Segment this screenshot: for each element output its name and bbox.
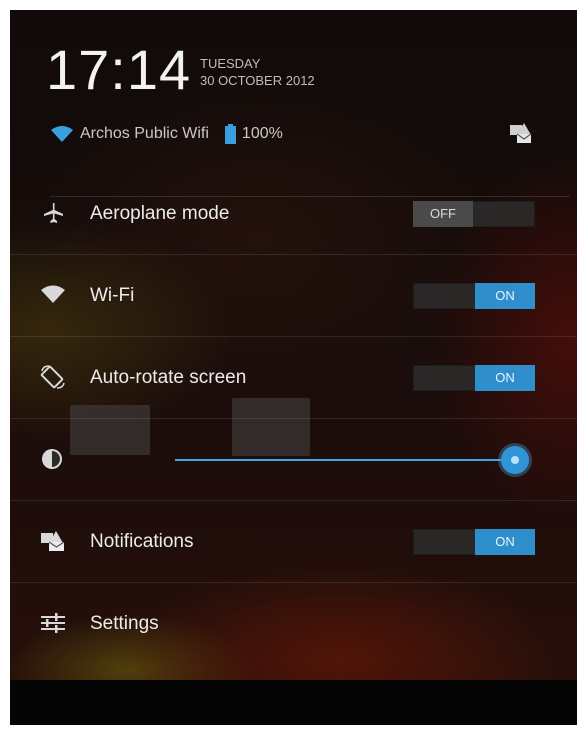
brightness-slider-track[interactable] xyxy=(175,459,515,461)
row-brightness xyxy=(10,419,577,501)
notifications-icon xyxy=(41,531,65,551)
notifications-toggle[interactable]: ON xyxy=(413,529,535,555)
airplane-icon xyxy=(44,203,63,223)
bottom-bar xyxy=(10,680,577,725)
wifi-icon xyxy=(41,285,65,303)
status-row: Archos Public Wifi 100% xyxy=(50,122,283,146)
date-block: TUESDAY 30 OCTOBER 2012 xyxy=(200,55,315,89)
rotate-icon xyxy=(40,365,65,389)
settings-sliders-icon xyxy=(41,613,65,633)
aeroplane-mode-toggle[interactable]: OFF xyxy=(413,201,535,227)
row-settings[interactable]: Settings xyxy=(10,583,577,664)
brightness-icon xyxy=(42,449,62,469)
auto-rotate-label: Auto-rotate screen xyxy=(90,367,247,388)
date-label: 30 OCTOBER 2012 xyxy=(200,73,315,88)
auto-rotate-toggle[interactable]: ON xyxy=(413,365,535,391)
wifi-icon xyxy=(51,126,73,142)
aeroplane-mode-label: Aeroplane mode xyxy=(90,203,230,224)
wifi-label: Wi-Fi xyxy=(90,285,135,306)
toggle-state: ON xyxy=(475,365,535,391)
network-name: Archos Public Wifi xyxy=(80,125,209,142)
row-aeroplane-mode[interactable]: Aeroplane mode OFF xyxy=(10,173,577,255)
row-auto-rotate[interactable]: Auto-rotate screen ON xyxy=(10,337,577,419)
toggle-state: ON xyxy=(475,529,535,555)
battery-level: 100% xyxy=(241,125,283,142)
row-notifications[interactable]: Notifications ON xyxy=(10,501,577,583)
notifications-label: Notifications xyxy=(90,531,194,552)
settings-label: Settings xyxy=(90,613,159,634)
notifications-icon[interactable] xyxy=(509,122,533,144)
wifi-toggle[interactable]: ON xyxy=(413,283,535,309)
brightness-slider-thumb[interactable] xyxy=(501,446,529,474)
screen-frame: 17:14 TUESDAY 30 OCTOBER 2012 Archos Pub… xyxy=(10,10,577,725)
toggle-state: OFF xyxy=(413,201,473,227)
clock: 17:14 xyxy=(46,38,192,101)
day-label: TUESDAY xyxy=(200,56,261,71)
toggle-state: ON xyxy=(475,283,535,309)
row-wifi[interactable]: Wi-Fi ON xyxy=(10,255,577,337)
battery-icon xyxy=(224,124,236,144)
